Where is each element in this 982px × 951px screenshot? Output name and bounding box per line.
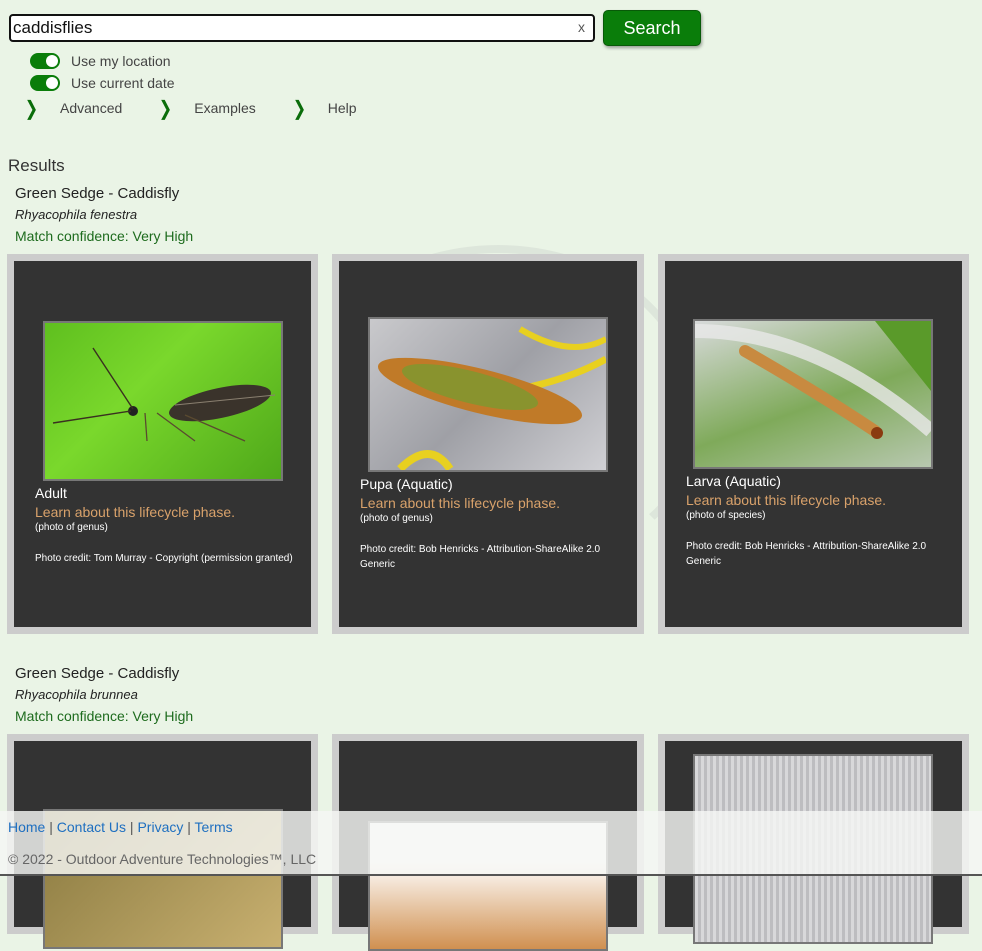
help-link[interactable]: ❯ Help xyxy=(290,96,357,120)
common-name: Green Sedge - Caddisfly xyxy=(15,665,180,682)
lifecycle-cards: Adult Learn about this lifecycle phase. … xyxy=(7,254,969,634)
search-button[interactable]: Search xyxy=(603,10,701,46)
match-confidence: Match confidence: Very High xyxy=(15,708,194,724)
scientific-name: Rhyacophila fenestra xyxy=(15,207,138,222)
photo-credit: Photo credit: Bob Henricks - Attribution… xyxy=(360,544,601,570)
card-text: Larva (Aquatic) Learn about this lifecyc… xyxy=(686,473,950,569)
card-text: Pupa (Aquatic) Learn about this lifecycl… xyxy=(360,476,625,572)
pupa-photo xyxy=(368,317,608,472)
phase-label: Pupa (Aquatic) xyxy=(360,476,453,492)
phase-label: Adult xyxy=(35,485,67,501)
chevron-right-icon: ❯ xyxy=(292,96,306,120)
card-body: Adult Learn about this lifecycle phase. … xyxy=(14,261,311,627)
match-confidence: Match confidence: Very High xyxy=(15,228,194,244)
photo-of-note: (photo of species) xyxy=(686,510,766,521)
expander-links: ❯ Advanced ❯ Examples ❯ Help xyxy=(22,96,391,120)
photo-of-note: (photo of genus) xyxy=(35,522,108,533)
examples-label: Examples xyxy=(194,100,256,116)
learn-link[interactable]: Learn about this lifecycle phase. xyxy=(360,495,625,511)
result-header: Green Sedge - Caddisfly Rhyacophila fene… xyxy=(15,185,193,244)
search-input[interactable] xyxy=(11,17,565,39)
separator: | xyxy=(129,819,134,835)
lifecycle-card-larva: Larva (Aquatic) Learn about this lifecyc… xyxy=(658,254,969,634)
search-bar: x Search xyxy=(9,10,701,46)
footer-links: Home | Contact Us | Privacy | Terms xyxy=(8,819,233,835)
common-name: Green Sedge - Caddisfly xyxy=(15,185,180,202)
home-link[interactable]: Home xyxy=(8,819,45,835)
larva-photo xyxy=(693,319,933,469)
caddisfly-pupa-image xyxy=(377,326,606,470)
chevron-right-icon: ❯ xyxy=(159,96,173,120)
phase-label: Larva (Aquatic) xyxy=(686,473,781,489)
use-location-option: Use my location xyxy=(30,50,175,72)
adult-photo xyxy=(43,321,283,481)
results-heading: Results xyxy=(8,156,65,175)
footer: Home | Contact Us | Privacy | Terms © 20… xyxy=(0,811,982,876)
use-date-label: Use current date xyxy=(71,75,175,91)
clear-search-button[interactable]: x xyxy=(578,19,585,35)
search-box: x xyxy=(9,14,595,42)
result-header: Green Sedge - Caddisfly Rhyacophila brun… xyxy=(15,665,193,724)
lifecycle-card-adult: Adult Learn about this lifecycle phase. … xyxy=(7,254,318,634)
advanced-link[interactable]: ❯ Advanced xyxy=(22,96,122,120)
photo-credit: Photo credit: Tom Murray - Copyright (pe… xyxy=(35,553,293,564)
card-text: Adult Learn about this lifecycle phase. … xyxy=(35,485,299,566)
caddisfly-adult-image xyxy=(52,347,276,442)
learn-link[interactable]: Learn about this lifecycle phase. xyxy=(686,492,950,508)
card-body: Larva (Aquatic) Learn about this lifecyc… xyxy=(665,261,962,627)
copyright: © 2022 - Outdoor Adventure Technologies™… xyxy=(8,851,317,867)
use-location-label: Use my location xyxy=(71,53,171,69)
privacy-link[interactable]: Privacy xyxy=(137,819,183,835)
use-location-toggle[interactable] xyxy=(30,53,60,69)
use-date-option: Use current date xyxy=(30,72,175,94)
examples-link[interactable]: ❯ Examples xyxy=(156,96,256,120)
use-date-toggle[interactable] xyxy=(30,75,60,91)
card-body: Pupa (Aquatic) Learn about this lifecycl… xyxy=(339,261,637,627)
separator: | xyxy=(49,819,53,835)
separator: | xyxy=(187,819,191,835)
contact-us-link[interactable]: Contact Us xyxy=(57,819,126,835)
photo-credit: Photo credit: Bob Henricks - Attribution… xyxy=(686,541,927,567)
photo-of-note: (photo of genus) xyxy=(360,513,433,524)
scientific-name: Rhyacophila brunnea xyxy=(15,687,138,702)
lifecycle-card-pupa: Pupa (Aquatic) Learn about this lifecycl… xyxy=(332,254,644,634)
terms-link[interactable]: Terms xyxy=(195,819,233,835)
learn-link[interactable]: Learn about this lifecycle phase. xyxy=(35,504,299,520)
advanced-label: Advanced xyxy=(60,100,123,116)
help-label: Help xyxy=(327,100,357,116)
search-options: Use my location Use current date xyxy=(30,50,175,94)
caddisfly-larva-image xyxy=(695,321,931,439)
chevron-right-icon: ❯ xyxy=(24,96,39,120)
